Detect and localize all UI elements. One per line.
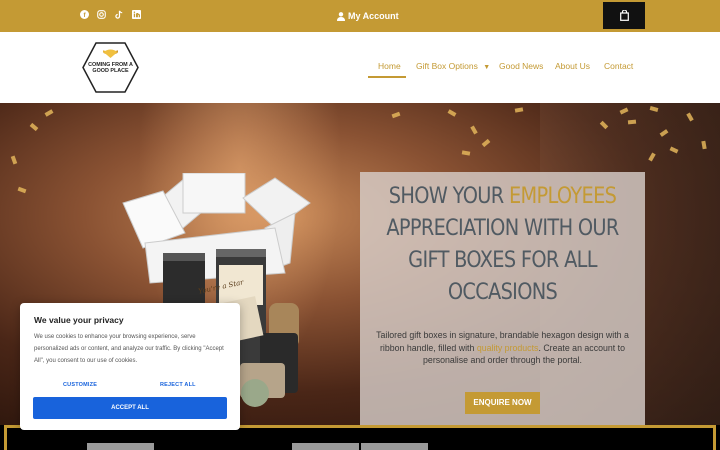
reject-all-button[interactable]: REJECT ALL — [160, 382, 196, 388]
headline-part1: SHOW YOUR — [388, 183, 510, 209]
confetti-piece — [447, 109, 457, 117]
confetti-piece — [29, 122, 39, 132]
product-thumbnail — [361, 443, 428, 450]
cookie-title: We value your privacy — [34, 315, 124, 325]
confetti-piece — [44, 109, 54, 117]
confetti-piece — [391, 111, 401, 119]
headline-accent: EMPLOYEES — [509, 183, 617, 209]
confetti-piece — [470, 125, 478, 135]
nav-home[interactable]: Home — [378, 61, 401, 71]
my-account-label: My Account — [348, 11, 399, 21]
hero-description: Tailored gift boxes in signature, branda… — [376, 329, 629, 367]
confetti-piece — [514, 107, 524, 113]
logo-text: COMING FROM A GOOD PLACE — [88, 62, 133, 74]
nav-contact[interactable]: Contact — [604, 61, 633, 71]
quality-products-link[interactable]: quality products — [477, 343, 539, 353]
nav-good-news[interactable]: Good News — [499, 61, 543, 71]
nav-gift-box-options-label: Gift Box Options — [416, 61, 478, 71]
confetti-piece — [461, 150, 471, 156]
linkedin-icon[interactable] — [130, 10, 142, 22]
headline-part2: APPRECIATION WITH OUR GIFT BOXES FOR ALL… — [386, 215, 619, 305]
cookie-text: We use cookies to enhance your browsing … — [34, 334, 224, 364]
customize-button[interactable]: CUSTOMIZE — [63, 382, 97, 388]
nav-gift-box-options[interactable]: Gift Box Options ▼ — [416, 61, 490, 71]
enquire-now-button[interactable]: ENQUIRE NOW — [465, 392, 540, 414]
my-account-link[interactable]: My Account — [337, 9, 399, 23]
confetti-piece — [10, 155, 18, 165]
product-thumbnail — [87, 443, 154, 450]
caret-down-icon: ▼ — [483, 64, 491, 71]
accept-all-button[interactable]: ACCEPT ALL — [33, 397, 227, 419]
confetti-piece — [17, 186, 27, 194]
facebook-icon[interactable]: f — [78, 10, 90, 22]
tiktok-icon[interactable] — [113, 10, 125, 22]
nav-about-us[interactable]: About Us — [555, 61, 590, 71]
logo[interactable]: COMING FROM A GOOD PLACE — [82, 42, 139, 93]
instagram-icon[interactable] — [95, 10, 107, 22]
hero-headline: SHOW YOUR EMPLOYEES APPRECIATION WITH OU… — [380, 180, 625, 308]
cart-button[interactable] — [603, 2, 645, 29]
product-thumbnail — [292, 443, 359, 450]
confetti-piece — [627, 119, 637, 125]
nav-active-indicator — [368, 76, 406, 78]
user-icon — [337, 11, 345, 21]
shopping-bag-icon — [619, 10, 629, 21]
confetti-piece — [481, 138, 491, 148]
